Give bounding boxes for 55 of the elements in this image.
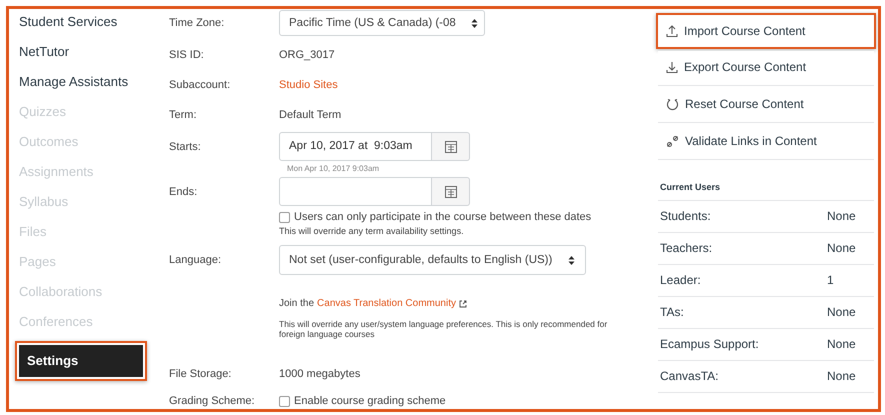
date-input[interactable]: Apr 10, 2017 at 9:03am [279, 132, 432, 161]
checkbox-label: Users can only participate in the course between these dates [294, 211, 592, 223]
field-label: File Storage: [169, 367, 232, 380]
user-role: Teachers: [660, 241, 712, 255]
sidebar-item[interactable]: Student Services [19, 9, 131, 39]
user-role: Ecampus Support: [660, 337, 759, 351]
user-count: None [827, 209, 857, 223]
field-label: Starts: [169, 140, 202, 153]
date-hint: Mon Apr 10, 2017 9:03am [286, 163, 380, 175]
user-role: CanvasTA: [660, 369, 718, 383]
field-label: SIS ID: [169, 48, 205, 61]
field-value: ORG_3017 [279, 48, 335, 61]
field-label: Term: [169, 108, 198, 121]
select-field[interactable]: Pacific Time (US & Canada) (-08 [279, 10, 485, 36]
help-text: This will override any user/system language preferences. This is only recommended for foreign language courses [279, 318, 608, 341]
select-arrows-icon [471, 18, 478, 28]
help-text: This will override any term availability settings. [279, 225, 465, 238]
field-label: Ends: [169, 185, 198, 198]
calendar-icon [444, 140, 456, 153]
checkbox[interactable] [279, 396, 290, 406]
user-count: None [827, 337, 857, 351]
date-input[interactable] [279, 177, 432, 206]
sidebar-item[interactable]: NetTutor [19, 39, 131, 69]
link-icon [666, 134, 679, 148]
community-link[interactable]: Canvas Translation Community [317, 298, 456, 309]
calendar-button[interactable] [432, 132, 470, 161]
external-link-icon [458, 300, 467, 308]
calendar-icon [444, 185, 456, 198]
checkbox[interactable] [279, 212, 290, 222]
user-role: Leader: [660, 273, 701, 287]
select-field[interactable]: Not set (user-configurable, defaults to English (US)) [279, 245, 586, 275]
user-role: Students: [660, 209, 711, 223]
select-arrows-icon [568, 254, 575, 266]
field-label: Grading Scheme: [169, 395, 256, 407]
user-count: None [827, 305, 857, 319]
user-count: None [827, 241, 857, 255]
upload-icon [666, 24, 678, 38]
field-label: Subaccount: [169, 78, 232, 91]
field-label: Language: [169, 253, 222, 266]
subaccount-link[interactable]: Studio Sites [279, 71, 338, 91]
sidebar-item[interactable]: Settings [19, 345, 143, 377]
sidebar-item[interactable]: Manage Assistants [19, 69, 131, 99]
section-heading: Current Users [658, 160, 874, 201]
join-text: Join the [279, 298, 314, 309]
field-label: Time Zone: [169, 16, 226, 29]
field-value: Default Term [279, 108, 342, 121]
user-count: 1 [827, 273, 835, 287]
checkbox-label: Enable course grading scheme [294, 395, 446, 407]
reset-icon [666, 98, 679, 110]
user-role: TAs: [660, 305, 684, 319]
download-icon [666, 60, 678, 74]
field-value: 1000 megabytes [279, 367, 360, 380]
user-count: None [827, 369, 857, 383]
action-button[interactable]: Import Course Content [658, 15, 874, 47]
calendar-button[interactable] [432, 177, 470, 206]
